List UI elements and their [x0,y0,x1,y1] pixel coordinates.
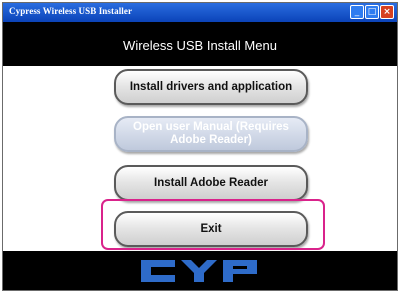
window-title: Cypress Wireless USB Installer [9,6,133,16]
open-manual-button[interactable]: Open user Manual (Requires Adobe Reader) [114,116,308,152]
cyp-logo-letters [141,260,257,282]
minimize-button[interactable]: _ [350,5,364,19]
install-adobe-reader-button[interactable]: Install Adobe Reader [114,165,308,201]
close-button[interactable]: × [380,5,394,19]
footer-banner [3,251,397,290]
install-drivers-button[interactable]: Install drivers and application [114,69,308,105]
exit-highlight-frame [101,199,325,250]
header-banner: Wireless USB Install Menu [3,22,397,66]
maximize-button[interactable]: □ [365,5,379,19]
menu-title: Wireless USB Install Menu [123,38,277,53]
cyp-logo [141,260,257,282]
title-bar: Cypress Wireless USB Installer _ □ × [3,3,397,22]
installer-window: Cypress Wireless USB Installer _ □ × Wir… [2,2,398,291]
